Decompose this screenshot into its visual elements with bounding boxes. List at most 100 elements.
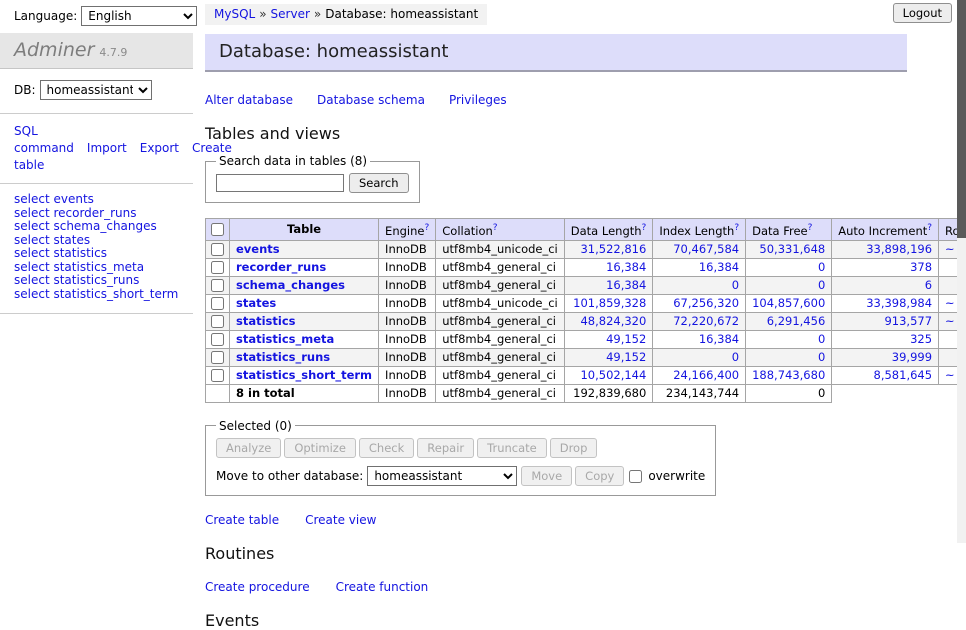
- data-length-link[interactable]: 16,384: [606, 278, 646, 292]
- scrollbar-thumb[interactable]: [957, 0, 966, 238]
- help-icon[interactable]: ?: [734, 223, 739, 233]
- search-button[interactable]: Search: [349, 173, 409, 193]
- data-free-link[interactable]: 0: [818, 260, 825, 274]
- sidebar-item-select-statistics-short-term[interactable]: select statistics_short_term: [14, 288, 179, 301]
- row-checkbox[interactable]: [211, 351, 224, 364]
- move-button[interactable]: Move: [521, 466, 572, 486]
- auto-increment-link[interactable]: 33,398,984: [866, 296, 932, 310]
- optimize-button[interactable]: Optimize: [284, 438, 356, 458]
- auto-increment-link[interactable]: 913,577: [884, 314, 932, 328]
- collation-cell: utf8mb4_general_ci: [436, 312, 565, 330]
- data-length-link[interactable]: 49,152: [606, 332, 646, 346]
- index-length-link[interactable]: 67,256,320: [673, 296, 739, 310]
- table-link[interactable]: statistics_short_term: [236, 368, 372, 382]
- auto-increment-link[interactable]: 325: [910, 332, 932, 346]
- create-function-link[interactable]: Create function: [336, 580, 429, 594]
- auto-increment-link[interactable]: 8,581,645: [874, 368, 933, 382]
- truncate-button[interactable]: Truncate: [477, 438, 547, 458]
- row-checkbox[interactable]: [211, 297, 224, 310]
- copy-button[interactable]: Copy: [575, 466, 624, 486]
- data-free-link[interactable]: 0: [818, 278, 825, 292]
- repair-button[interactable]: Repair: [417, 438, 474, 458]
- data-length-link[interactable]: 31,522,816: [580, 242, 646, 256]
- data-length-link[interactable]: 101,859,328: [573, 296, 646, 310]
- index-length-link[interactable]: 16,384: [699, 332, 739, 346]
- search-input[interactable]: [216, 174, 344, 192]
- index-length-link[interactable]: 0: [732, 350, 739, 364]
- collation-cell: utf8mb4_general_ci: [436, 366, 565, 384]
- auto-increment-link[interactable]: 6: [925, 278, 932, 292]
- db-select[interactable]: homeassistant: [40, 80, 152, 100]
- row-checkbox[interactable]: [211, 369, 224, 382]
- help-icon[interactable]: ?: [493, 223, 498, 233]
- row-checkbox[interactable]: [211, 315, 224, 328]
- overwrite-checkbox[interactable]: [629, 470, 642, 483]
- data-length-link[interactable]: 10,502,144: [580, 368, 646, 382]
- db-row: DB:homeassistant: [0, 69, 193, 114]
- help-icon[interactable]: ?: [927, 223, 932, 233]
- table-link[interactable]: statistics_meta: [236, 332, 334, 346]
- overwrite-label[interactable]: overwrite: [648, 469, 705, 483]
- data-free-link[interactable]: 6,291,456: [767, 314, 826, 328]
- index-length-link[interactable]: 70,467,584: [673, 242, 739, 256]
- table-link[interactable]: recorder_runs: [236, 260, 326, 274]
- index-length-link[interactable]: 72,220,672: [673, 314, 739, 328]
- privileges-link[interactable]: Privileges: [449, 93, 507, 107]
- help-icon[interactable]: ?: [642, 223, 647, 233]
- check-button[interactable]: Check: [359, 438, 414, 458]
- table-link[interactable]: schema_changes: [236, 278, 345, 292]
- index-length-link[interactable]: 24,166,400: [673, 368, 739, 382]
- table-link[interactable]: events: [236, 242, 280, 256]
- select-all-checkbox[interactable]: [211, 223, 224, 236]
- collation-cell: utf8mb4_general_ci: [436, 276, 565, 294]
- alter-database-link[interactable]: Alter database: [205, 93, 293, 107]
- index-length-link[interactable]: 16,384: [699, 260, 739, 274]
- selected-actions: AnalyzeOptimizeCheckRepairTruncateDrop: [216, 438, 705, 458]
- breadcrumb-server-link[interactable]: Server: [271, 7, 310, 21]
- row-checkbox[interactable]: [211, 279, 224, 292]
- sidebar-item-sql-command[interactable]: SQL command: [14, 124, 74, 155]
- data-free-link[interactable]: 104,857,600: [752, 296, 825, 310]
- language-select[interactable]: English: [81, 6, 197, 26]
- sidebar-item-select-statistics-meta[interactable]: select statistics_meta: [14, 261, 179, 274]
- auto-increment-link[interactable]: 378: [910, 260, 932, 274]
- data-free-link[interactable]: 0: [818, 350, 825, 364]
- data-length-link[interactable]: 49,152: [606, 350, 646, 364]
- sidebar-item-export[interactable]: Export: [140, 141, 179, 155]
- sidebar-item-select-statistics[interactable]: select statistics: [14, 247, 179, 260]
- help-icon[interactable]: ?: [424, 223, 429, 233]
- move-label: Move to other database:: [216, 469, 363, 483]
- help-icon[interactable]: ?: [808, 223, 813, 233]
- table-link[interactable]: statistics_runs: [236, 350, 330, 364]
- sidebar-item-select-states[interactable]: select states: [14, 234, 179, 247]
- auto-increment-link[interactable]: 39,999: [892, 350, 932, 364]
- table-header-row: Table Engine? Collation? Data Length? In…: [206, 219, 966, 241]
- sidebar-item-select-schema-changes[interactable]: select schema_changes: [14, 220, 179, 233]
- logout-button[interactable]: Logout: [893, 3, 952, 23]
- create-procedure-link[interactable]: Create procedure: [205, 580, 310, 594]
- data-free-link[interactable]: 50,331,648: [759, 242, 825, 256]
- vertical-scrollbar[interactable]: [957, 0, 966, 543]
- sidebar-item-import[interactable]: Import: [87, 141, 127, 155]
- index-length-link[interactable]: 0: [732, 278, 739, 292]
- data-free-link[interactable]: 0: [818, 332, 825, 346]
- data-length-link[interactable]: 48,824,320: [580, 314, 646, 328]
- move-db-select[interactable]: homeassistant: [367, 466, 517, 486]
- table-link[interactable]: statistics: [236, 314, 296, 328]
- row-checkbox[interactable]: [211, 243, 224, 256]
- database-schema-link[interactable]: Database schema: [317, 93, 425, 107]
- analyze-button[interactable]: Analyze: [216, 438, 281, 458]
- create-view-link[interactable]: Create view: [305, 513, 376, 527]
- auto-increment-link[interactable]: 33,898,196: [866, 242, 932, 256]
- table-link[interactable]: states: [236, 296, 276, 310]
- sidebar-item-select-recorder-runs[interactable]: select recorder_runs: [14, 207, 179, 220]
- data-free-link[interactable]: 188,743,680: [752, 368, 825, 382]
- create-table-link[interactable]: Create table: [205, 513, 279, 527]
- data-length-link[interactable]: 16,384: [606, 260, 646, 274]
- drop-button[interactable]: Drop: [550, 438, 598, 458]
- sidebar-item-select-statistics-runs[interactable]: select statistics_runs: [14, 274, 179, 287]
- row-checkbox[interactable]: [211, 333, 224, 346]
- sidebar-item-select-events[interactable]: select events: [14, 193, 179, 206]
- breadcrumb-mysql-link[interactable]: MySQL: [214, 7, 255, 21]
- row-checkbox[interactable]: [211, 261, 224, 274]
